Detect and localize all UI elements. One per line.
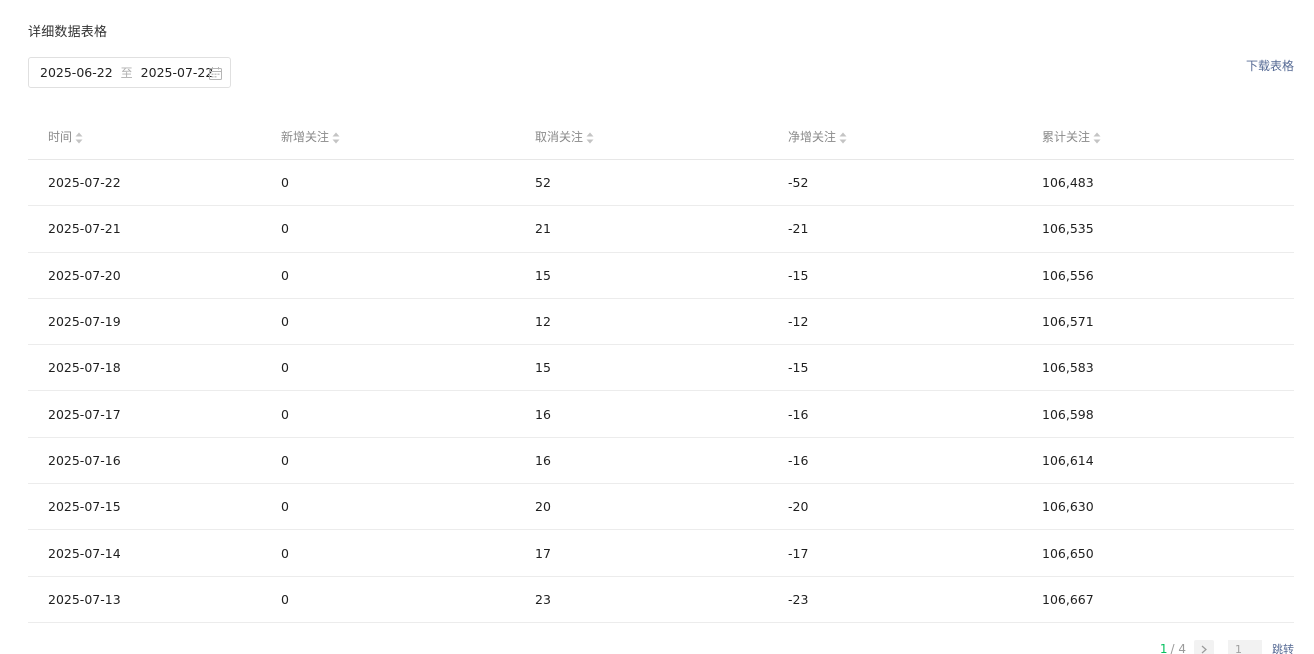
- date-range-end[interactable]: 2025-07-22: [141, 65, 214, 80]
- table-row: 2025-07-18 0 15 -15 106,583: [28, 345, 1294, 392]
- pagination-page-input[interactable]: [1228, 640, 1262, 654]
- cell-net-follows: -52: [788, 175, 809, 191]
- cell-net-follows: -12: [788, 314, 809, 330]
- cell-net-follows: -16: [788, 406, 809, 422]
- cell-time: 2025-07-18: [48, 360, 121, 376]
- table-row: 2025-07-15 0 20 -20 106,630: [28, 484, 1294, 531]
- cell-net-follows: -16: [788, 452, 809, 468]
- cell-time: 2025-07-14: [48, 545, 121, 561]
- column-header-label: 净增关注: [788, 130, 837, 144]
- table-header: 时间 新增关注 取消关注 净增关注 累计关注: [28, 114, 1294, 160]
- table-row: 2025-07-20 0 15 -15 106,556: [28, 253, 1294, 299]
- column-header-net-follows[interactable]: 净增关注: [788, 128, 1042, 145]
- column-header-label: 时间: [48, 130, 73, 144]
- sort-icon[interactable]: [75, 132, 83, 144]
- cell-new-follows: 0: [281, 452, 289, 468]
- detail-data-page: 详细数据表格 2025-06-22 至 2025-07-22 下载表格 时间 新…: [0, 0, 1314, 654]
- cell-time: 2025-07-21: [48, 221, 121, 237]
- table-row: 2025-07-16 0 16 -16 106,614: [28, 438, 1294, 485]
- pagination-current-page: 1: [1159, 642, 1168, 654]
- cell-net-follows: -15: [788, 360, 809, 376]
- chevron-right-icon: [1201, 645, 1207, 653]
- cell-total-follows: 106,598: [1042, 406, 1094, 422]
- date-range-picker[interactable]: 2025-06-22 至 2025-07-22: [28, 57, 231, 88]
- cell-time: 2025-07-19: [48, 314, 121, 330]
- sort-icon[interactable]: [332, 132, 340, 144]
- table-row: 2025-07-21 0 21 -21 106,535: [28, 206, 1294, 253]
- cell-new-follows: 0: [281, 360, 289, 376]
- column-header-label: 累计关注: [1042, 130, 1091, 144]
- table-row: 2025-07-17 0 16 -16 106,598: [28, 391, 1294, 438]
- column-header-unfollows[interactable]: 取消关注: [535, 128, 788, 145]
- cell-net-follows: -23: [788, 591, 809, 607]
- cell-unfollows: 16: [535, 406, 551, 422]
- cell-net-follows: -20: [788, 499, 809, 515]
- table-row: 2025-07-14 0 17 -17 106,650: [28, 530, 1294, 577]
- cell-net-follows: -15: [788, 267, 809, 283]
- cell-new-follows: 0: [281, 406, 289, 422]
- cell-new-follows: 0: [281, 175, 289, 191]
- table-row: 2025-07-22 0 52 -52 106,483: [28, 160, 1294, 207]
- sort-icon[interactable]: [839, 132, 847, 144]
- cell-unfollows: 15: [535, 360, 551, 376]
- cell-new-follows: 0: [281, 314, 289, 330]
- column-header-label: 新增关注: [281, 130, 330, 144]
- cell-unfollows: 20: [535, 499, 551, 515]
- cell-unfollows: 12: [535, 314, 551, 330]
- cell-net-follows: -21: [788, 221, 809, 237]
- cell-unfollows: 15: [535, 267, 551, 283]
- cell-new-follows: 0: [281, 545, 289, 561]
- column-header-total-follows[interactable]: 累计关注: [1042, 128, 1294, 145]
- cell-total-follows: 106,614: [1042, 452, 1094, 468]
- section-title: 详细数据表格: [28, 25, 108, 40]
- table-row: 2025-07-13 0 23 -23 106,667: [28, 577, 1294, 623]
- data-table: 时间 新增关注 取消关注 净增关注 累计关注 2025-07-22 0 52 -…: [28, 114, 1294, 623]
- cell-time: 2025-07-22: [48, 175, 121, 191]
- cell-new-follows: 0: [281, 267, 289, 283]
- cell-unfollows: 16: [535, 452, 551, 468]
- cell-time: 2025-07-16: [48, 452, 121, 468]
- cell-total-follows: 106,535: [1042, 221, 1094, 237]
- download-table-link[interactable]: 下载表格: [1246, 57, 1294, 74]
- cell-total-follows: 106,630: [1042, 499, 1094, 515]
- table-row: 2025-07-19 0 12 -12 106,571: [28, 299, 1294, 346]
- cell-total-follows: 106,667: [1042, 591, 1094, 607]
- sort-icon[interactable]: [586, 132, 594, 144]
- cell-total-follows: 106,483: [1042, 175, 1094, 191]
- date-range-separator: 至: [120, 66, 133, 80]
- date-range-start[interactable]: 2025-06-22: [40, 65, 113, 80]
- cell-total-follows: 106,556: [1042, 267, 1094, 283]
- cell-time: 2025-07-13: [48, 591, 121, 607]
- calendar-icon[interactable]: [209, 67, 222, 80]
- pagination: 1 / 4 跳转: [1160, 640, 1294, 654]
- column-header-label: 取消关注: [535, 130, 584, 144]
- cell-time: 2025-07-17: [48, 406, 121, 422]
- cell-new-follows: 0: [281, 499, 289, 515]
- pagination-total-pages: / 4: [1170, 642, 1187, 654]
- column-header-time[interactable]: 时间: [28, 128, 281, 145]
- cell-total-follows: 106,583: [1042, 360, 1094, 376]
- cell-unfollows: 17: [535, 545, 551, 561]
- cell-unfollows: 23: [535, 591, 551, 607]
- cell-net-follows: -17: [788, 545, 809, 561]
- cell-time: 2025-07-15: [48, 499, 121, 515]
- pagination-jump-button[interactable]: 跳转: [1272, 641, 1294, 654]
- cell-new-follows: 0: [281, 591, 289, 607]
- cell-time: 2025-07-20: [48, 267, 121, 283]
- cell-total-follows: 106,571: [1042, 314, 1094, 330]
- cell-total-follows: 106,650: [1042, 545, 1094, 561]
- sort-icon[interactable]: [1093, 132, 1101, 144]
- pagination-next-button[interactable]: [1194, 640, 1214, 654]
- column-header-new-follows[interactable]: 新增关注: [281, 128, 535, 145]
- cell-unfollows: 52: [535, 175, 551, 191]
- cell-new-follows: 0: [281, 221, 289, 237]
- cell-unfollows: 21: [535, 221, 551, 237]
